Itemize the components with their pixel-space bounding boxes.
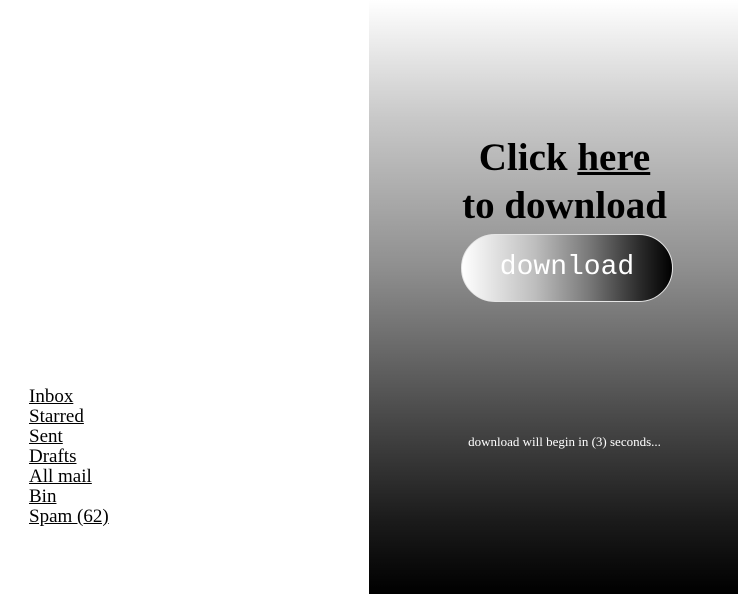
download-countdown-text: download will begin in (3) seconds... <box>468 434 661 449</box>
headline-suffix: to download <box>462 184 667 227</box>
nav-item-starred: Starred <box>29 407 109 427</box>
here-link[interactable]: here <box>577 136 650 179</box>
download-headline: Click here to download <box>369 134 738 230</box>
nav-link-bin[interactable]: Bin <box>29 486 56 507</box>
mail-folder-nav: Inbox Starred Sent Drafts All mail Bin S… <box>29 387 109 527</box>
nav-item-all-mail: All mail <box>29 467 109 487</box>
nav-link-all-mail[interactable]: All mail <box>29 466 92 487</box>
nav-item-sent: Sent <box>29 427 109 447</box>
nav-item-inbox: Inbox <box>29 387 109 407</box>
nav-link-sent[interactable]: Sent <box>29 426 63 447</box>
page: Inbox Starred Sent Drafts All mail Bin S… <box>0 0 738 594</box>
download-button[interactable]: download <box>461 234 673 302</box>
nav-link-inbox[interactable]: Inbox <box>29 386 73 407</box>
nav-link-spam[interactable]: Spam (62) <box>29 506 109 527</box>
left-pane: Inbox Starred Sent Drafts All mail Bin S… <box>0 0 369 594</box>
nav-item-spam: Spam (62) <box>29 507 109 527</box>
nav-link-starred[interactable]: Starred <box>29 406 84 427</box>
download-promo-panel: Click here to download download download … <box>369 0 738 594</box>
nav-link-drafts[interactable]: Drafts <box>29 446 76 467</box>
nav-item-bin: Bin <box>29 487 109 507</box>
headline-prefix: Click <box>478 136 578 179</box>
nav-item-drafts: Drafts <box>29 447 109 467</box>
